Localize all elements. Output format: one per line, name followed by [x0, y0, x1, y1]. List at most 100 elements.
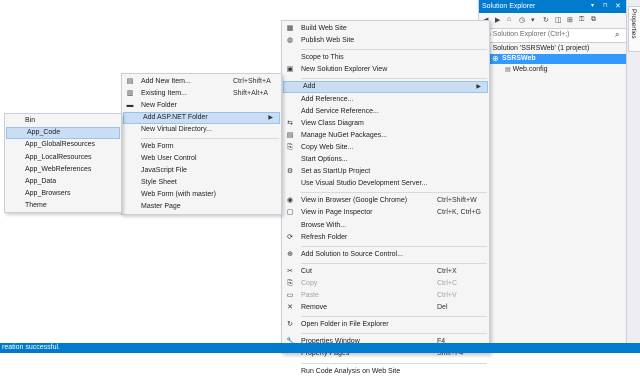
- menu-item-label: Existing Item...: [141, 90, 187, 97]
- menu-item-remove[interactable]: ✕ Remove Del: [282, 302, 489, 314]
- menu-item-new-solution-explorer-view[interactable]: ▣ New Solution Explorer View: [282, 64, 489, 76]
- menu-item-add-reference[interactable]: Add Reference...: [282, 94, 489, 106]
- menu-item-label: App_Code: [27, 129, 61, 137]
- menu-item-javascript-file[interactable]: JavaScript File: [122, 165, 281, 177]
- toolbar-button-icon[interactable]: ⊞: [567, 16, 573, 24]
- menu-item-label: Use Visual Studio Development Server...: [301, 180, 428, 188]
- menu-icon: ⎘: [287, 279, 293, 287]
- menu-item-run-code-analysis-on-web-site[interactable]: Run Code Analysis on Web Site: [282, 366, 489, 378]
- web-config-label: Web.config: [512, 66, 548, 73]
- menu-item-label: Cut: [301, 267, 312, 275]
- menu-item-app-browsers[interactable]: App_Browsers: [5, 188, 121, 200]
- search-icon[interactable]: ⌕: [615, 30, 619, 40]
- menu-item-shortcut: Ctrl+V: [437, 292, 457, 299]
- menu-item-set-as-startup-project[interactable]: ⚙ Set as StartUp Project: [282, 166, 489, 178]
- properties-tab-label: Properties: [630, 9, 637, 39]
- menu-item-theme[interactable]: Theme: [5, 200, 121, 212]
- menu-separator: [301, 362, 487, 364]
- menu-item-add-service-reference[interactable]: Add Service Reference...: [282, 106, 489, 118]
- menu-item-refresh-folder[interactable]: ⟳ Refresh Folder: [282, 232, 489, 244]
- menu-item-view-class-diagram[interactable]: ⇆ View Class Diagram: [282, 118, 489, 130]
- menu-item-use-visual-studio-development-server[interactable]: Use Visual Studio Development Server...: [282, 178, 489, 190]
- menu-item-open-folder-in-file-explorer[interactable]: ↻ Open Folder in File Explorer: [282, 319, 489, 331]
- solution-explorer-titlebar: Solution Explorer ▾ ⊓ ✕: [479, 0, 627, 13]
- menu-item-label: Run Code Analysis on Web Site: [301, 367, 401, 375]
- menu-separator: [301, 333, 487, 335]
- menu-item-add-solution-to-source-control[interactable]: ⊕ Add Solution to Source Control...: [282, 249, 489, 261]
- menu-item-bin[interactable]: Bin: [5, 115, 121, 127]
- toolbar-button-icon[interactable]: ⧉: [591, 16, 596, 24]
- menu-item-label: App_Data: [25, 178, 57, 185]
- toolbar-button-icon[interactable]: ⌂: [507, 16, 511, 23]
- dropdown-icon[interactable]: ▾: [591, 0, 594, 13]
- menu-item-build-web-site[interactable]: ▦ Build Web Site: [282, 23, 489, 35]
- menu-item-label: Add Reference...: [301, 95, 354, 103]
- menu-item-app-webreferences[interactable]: App_WebReferences: [5, 164, 121, 176]
- menu-item-publish-web-site[interactable]: ◍ Publish Web Site: [282, 35, 489, 47]
- menu-item-label: Add Service Reference...: [301, 107, 379, 115]
- menu-icon: ▦: [286, 25, 294, 32]
- menu-item-shortcut: Ctrl+X: [437, 267, 457, 275]
- toolbar-button-icon[interactable]: ◫: [555, 16, 562, 24]
- menu-icon: ⊕: [287, 250, 293, 258]
- pin-icon[interactable]: ⊓: [603, 0, 608, 13]
- toolbar-button-icon[interactable]: ⚿: [579, 16, 584, 24]
- menu-icon: ⇆: [287, 119, 293, 127]
- menu-item-app-globalresources[interactable]: App_GlobalResources: [5, 139, 121, 151]
- menu-item-label: Manage NuGet Packages...: [301, 131, 387, 139]
- menu-item-label: Web Form (with master): [141, 191, 216, 198]
- toolbar-button-icon[interactable]: ↻: [543, 16, 549, 24]
- toolbar-button-icon[interactable]: ▶: [495, 16, 500, 24]
- menu-item-master-page[interactable]: Master Page: [122, 201, 281, 213]
- menu-item-manage-nuget-packages[interactable]: ▤ Manage NuGet Packages...: [282, 130, 489, 142]
- menu-item-add-asp-net-folder[interactable]: Add ASP.NET Folder ▶: [123, 112, 280, 124]
- context-menu: ▦ Build Web Site ◍ Publish Web Site Scope to…: [281, 20, 490, 375]
- menu-item-web-user-control[interactable]: Web User Control: [122, 153, 281, 165]
- menu-icon: ▭: [286, 292, 294, 299]
- tree-item-web-config[interactable]: ▤ Web.config: [505, 65, 548, 75]
- menu-item-start-options[interactable]: Start Options...: [282, 154, 489, 166]
- menu-item-view-in-browser-google-chrome[interactable]: ◉ View in Browser (Google Chrome) Ctrl+Shi…: [282, 195, 489, 207]
- menu-item-add-new-item[interactable]: ▤ Add New Item... Ctrl+Shift+A: [122, 76, 281, 88]
- solution-explorer-panel: Solution Explorer ▾ ⊓ ✕ ◀▶⌂◷▾↻◫⊞⚿⧉ rch S…: [478, 0, 627, 343]
- menu-item-paste[interactable]: ▭ Paste Ctrl+V: [282, 290, 489, 302]
- menu-item-existing-item[interactable]: ▥ Existing Item... Shift+Alt+A: [122, 88, 281, 100]
- menu-item-style-sheet[interactable]: Style Sheet: [122, 177, 281, 189]
- menu-item-label: Add ASP.NET Folder: [143, 114, 208, 121]
- menu-separator: [141, 138, 279, 139]
- web-project-icon: ⊕: [492, 54, 499, 63]
- menu-item-web-form-with-master[interactable]: Web Form (with master): [122, 189, 281, 201]
- menu-icon: ▣: [286, 66, 294, 74]
- menu-item-app-data[interactable]: App_Data: [5, 176, 121, 188]
- menu-item-label: Start Options...: [301, 156, 348, 163]
- search-box[interactable]: rch Solution Explorer (Ctrl+;) ⌕: [479, 28, 627, 43]
- menu-item-browse-with[interactable]: Browse With...: [282, 220, 489, 232]
- toolbar-button-icon[interactable]: ◷: [519, 16, 525, 24]
- menu-item-cut[interactable]: ✂ Cut Ctrl+X: [282, 266, 489, 278]
- toolbar-button-icon[interactable]: ▾: [531, 16, 535, 24]
- menu-item-add[interactable]: Add ▶: [283, 81, 488, 94]
- menu-item-label: App_GlobalResources: [25, 141, 96, 149]
- menu-icon: ▬: [126, 102, 134, 109]
- menu-item-scope-to-this[interactable]: Scope to This: [282, 52, 489, 64]
- menu-item-app-localresources[interactable]: App_LocalResources: [5, 152, 121, 164]
- menu-separator: [301, 192, 487, 194]
- menu-item-app-code[interactable]: App_Code: [6, 127, 120, 140]
- solution-explorer-title: Solution Explorer: [482, 3, 536, 10]
- properties-tab[interactable]: Properties: [628, 6, 640, 52]
- menu-item-new-virtual-directory[interactable]: New Virtual Directory...: [122, 124, 281, 136]
- menu-item-label: Paste: [301, 292, 319, 299]
- tree-item-solution[interactable]: ▣ Solution 'SSRSWeb' (1 project): [485, 44, 589, 54]
- search-input[interactable]: rch Solution Explorer (Ctrl+;): [481, 31, 570, 38]
- project-label: SSRSWeb: [502, 55, 536, 62]
- menu-item-copy-web-site[interactable]: ⎘ Copy Web Site...: [282, 142, 489, 154]
- menu-item-view-in-page-inspector[interactable]: ▢ View in Page Inspector Ctrl+K, Ctrl+G: [282, 207, 489, 219]
- menu-item-label: Bin: [25, 117, 36, 124]
- close-icon[interactable]: ✕: [615, 0, 621, 13]
- menu-icon: ⟳: [287, 233, 293, 241]
- menu-item-shortcut: Del: [437, 304, 448, 312]
- menu-item-web-form[interactable]: Web Form: [122, 141, 281, 153]
- menu-item-copy[interactable]: ⎘ Copy Ctrl+C: [282, 278, 489, 290]
- tree-item-project[interactable]: ◢ ⊕ SSRSWeb: [479, 54, 627, 64]
- menu-item-new-folder[interactable]: ▬ New Folder: [122, 100, 281, 112]
